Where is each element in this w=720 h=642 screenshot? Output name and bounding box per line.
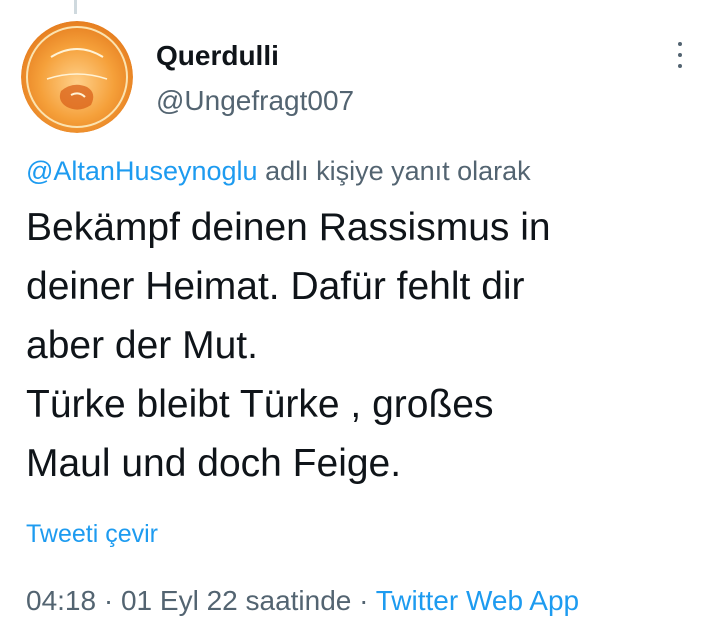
author-display-name[interactable]: Querdulli [156, 40, 279, 72]
tweet-source-link[interactable]: Twitter Web App [376, 585, 579, 616]
tweet-time[interactable]: 04:18 [26, 585, 96, 616]
meta-separator: · [359, 585, 369, 616]
reply-context-suffix: adlı kişiye yanıt olarak [265, 156, 531, 186]
tweet-text-line: Türke bleibt Türke , großes [26, 383, 494, 426]
more-vertical-icon[interactable] [668, 38, 692, 72]
author-avatar[interactable] [21, 21, 133, 133]
more-dot [678, 53, 682, 57]
meta-separator: · [103, 585, 114, 616]
tweet-text-line: Bekämpf deinen Rassismus in [26, 206, 551, 249]
tweet-text-line: Maul und doch Feige. [26, 442, 402, 485]
translate-tweet-link[interactable]: Tweeti çevir [26, 518, 158, 550]
more-dot [678, 64, 682, 68]
profile-avatar-icon [21, 21, 133, 133]
reply-context: @AltanHuseynoglu adlı kişiye yanıt olara… [26, 154, 531, 188]
more-dot [678, 42, 682, 46]
reply-mention-link[interactable]: @AltanHuseynoglu [26, 156, 258, 186]
thread-connector-line [74, 0, 77, 14]
tweet-text-line: deiner Heimat. Dafür fehlt dir [26, 265, 525, 308]
tweet-date[interactable]: 01 Eyl 22 saatinde [121, 585, 351, 616]
tweet-text-line: aber der Mut. [26, 324, 258, 367]
tweet-text: Bekämpf deinen Rassismus in deiner Heima… [26, 198, 696, 493]
tweet-metadata: 04:18 · 01 Eyl 22 saatinde · Twitter Web… [26, 584, 579, 618]
author-handle[interactable]: @Ungefragt007 [156, 85, 354, 117]
